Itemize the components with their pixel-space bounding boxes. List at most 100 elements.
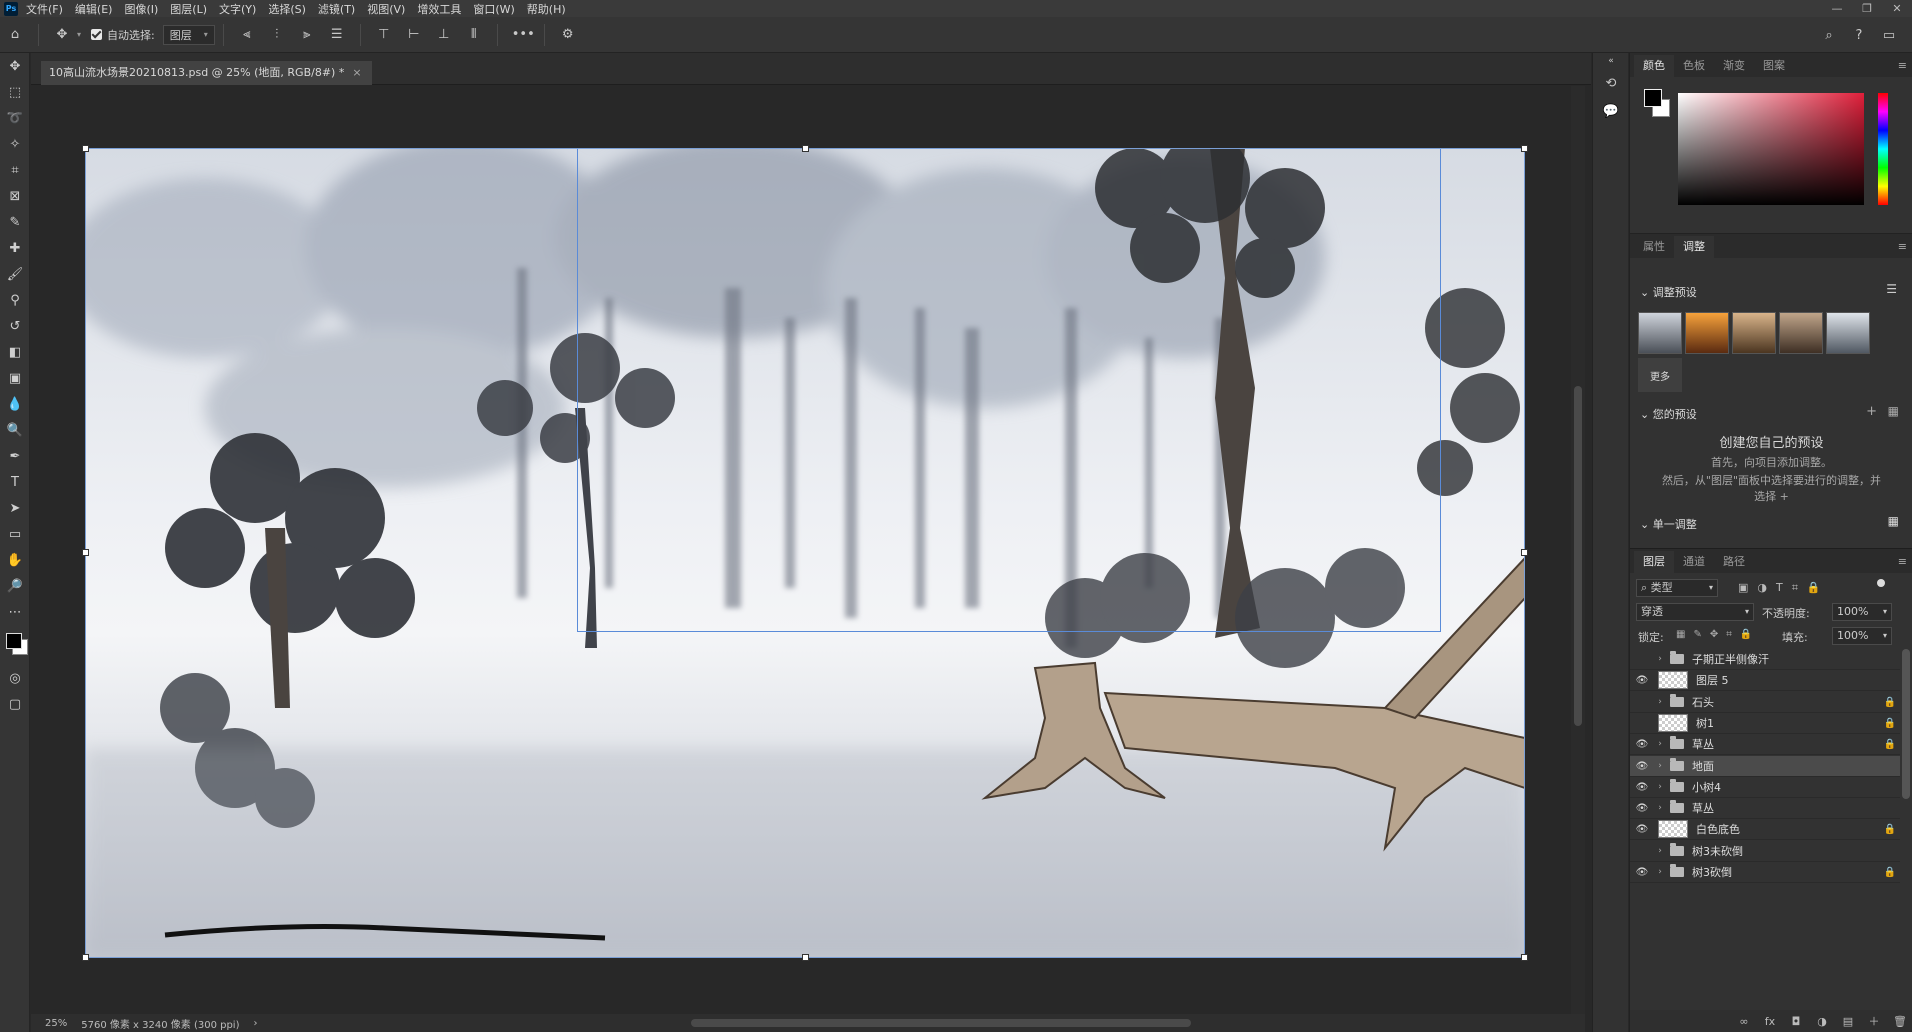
- tab-properties[interactable]: 属性: [1634, 236, 1674, 258]
- fill-input[interactable]: 100% ▾: [1832, 627, 1892, 645]
- preset-thumbnail[interactable]: [1685, 312, 1729, 354]
- new-layer-icon[interactable]: ＋: [1861, 1013, 1887, 1029]
- history-icon[interactable]: ⟲: [1593, 69, 1629, 97]
- history-brush-tool-icon[interactable]: ↺: [0, 313, 30, 339]
- menu-image[interactable]: 图像(I): [124, 1, 158, 17]
- layers-scrollbar-thumb[interactable]: [1902, 649, 1910, 799]
- trash-icon[interactable]: 🗑: [1887, 1015, 1912, 1028]
- eye-icon[interactable]: 👁: [1630, 782, 1654, 793]
- eye-icon[interactable]: 👁: [1630, 824, 1654, 835]
- pen-tool-icon[interactable]: ✒: [0, 443, 30, 469]
- menu-window[interactable]: 窗口(W): [473, 1, 514, 17]
- layer-row[interactable]: 👁 › 草丛: [1630, 798, 1900, 819]
- horizontal-scrollbar-thumb[interactable]: [691, 1019, 1191, 1027]
- menu-plugins[interactable]: 增效工具: [417, 1, 461, 17]
- help-icon[interactable]: ?: [1850, 28, 1868, 43]
- menu-file[interactable]: 文件(F): [26, 1, 63, 17]
- lock-options-icons[interactable]: ▦✎✥⌗🔒: [1676, 629, 1760, 640]
- move-tool-icon[interactable]: ✥: [0, 53, 30, 79]
- move-tool-preset-icon[interactable]: ✥: [53, 27, 71, 42]
- layer-name[interactable]: 地面: [1692, 758, 1880, 774]
- status-arrow-icon[interactable]: ›: [254, 1018, 258, 1029]
- list-view-icon[interactable]: ☰: [1886, 282, 1897, 296]
- marquee-tool-icon[interactable]: ⬚: [0, 79, 30, 105]
- layer-row[interactable]: 👁 › 树3砍倒 🔒: [1630, 862, 1900, 883]
- menu-help[interactable]: 帮助(H): [527, 1, 566, 17]
- gradient-tool-icon[interactable]: ▣: [0, 365, 30, 391]
- tab-layers[interactable]: 图层: [1634, 551, 1674, 573]
- filter-toggle-icon[interactable]: [1877, 579, 1885, 587]
- healing-brush-tool-icon[interactable]: ✚: [0, 235, 30, 261]
- chevron-right-icon[interactable]: ›: [1654, 867, 1666, 877]
- eye-icon[interactable]: 👁: [1630, 761, 1654, 772]
- eyedropper-tool-icon[interactable]: ✎: [0, 209, 30, 235]
- eye-icon[interactable]: 👁: [1630, 739, 1654, 750]
- chevron-right-icon[interactable]: ›: [1654, 761, 1666, 771]
- crop-tool-icon[interactable]: ⌗: [0, 157, 30, 183]
- layer-row[interactable]: 👁 › 地面: [1630, 756, 1900, 777]
- layer-row[interactable]: › 石头 🔒: [1630, 692, 1900, 713]
- tab-adjustments[interactable]: 调整: [1674, 236, 1714, 258]
- grid-view-icon[interactable]: ▦: [1888, 514, 1899, 528]
- preset-thumbnail[interactable]: [1826, 312, 1870, 354]
- blend-mode-dropdown[interactable]: 穿透 ▾: [1636, 603, 1754, 621]
- layer-name[interactable]: 树3砍倒: [1692, 864, 1880, 880]
- menu-type[interactable]: 文字(Y): [219, 1, 256, 17]
- adjustment-layer-icon[interactable]: ◑: [1809, 1015, 1835, 1028]
- screen-mode-icon[interactable]: ▢: [0, 691, 30, 717]
- foreground-color-swatch[interactable]: [6, 633, 22, 649]
- chevron-right-icon[interactable]: ›: [1654, 803, 1666, 813]
- gear-icon[interactable]: ⚙: [559, 27, 577, 42]
- chevron-right-icon[interactable]: ›: [1654, 697, 1666, 707]
- magic-wand-tool-icon[interactable]: ✧: [0, 131, 30, 157]
- align-right-icon[interactable]: ⫸: [298, 27, 316, 42]
- tab-patterns[interactable]: 图案: [1754, 55, 1794, 77]
- panel-menu-icon[interactable]: ≡: [1898, 59, 1907, 72]
- zoom-tool-icon[interactable]: 🔎: [0, 573, 30, 599]
- preset-thumbnail[interactable]: [1732, 312, 1776, 354]
- search-icon[interactable]: ⌕: [1820, 28, 1838, 43]
- comments-icon[interactable]: 💬: [1593, 97, 1629, 125]
- panel-menu-icon[interactable]: ≡: [1898, 555, 1907, 568]
- layer-name[interactable]: 小树4: [1692, 779, 1880, 795]
- scrollbar-thumb[interactable]: [1574, 386, 1582, 726]
- lasso-tool-icon[interactable]: ➰: [0, 105, 30, 131]
- your-presets-header[interactable]: ⌄ 您的预设: [1640, 406, 1697, 422]
- layer-name[interactable]: 子期正半侧像汗: [1692, 651, 1880, 667]
- menu-select[interactable]: 选择(S): [268, 1, 306, 17]
- eraser-tool-icon[interactable]: ◧: [0, 339, 30, 365]
- layer-name[interactable]: 白色底色: [1696, 821, 1880, 837]
- layer-filter-icons[interactable]: ▣◑T⌗🔒: [1738, 581, 1830, 595]
- auto-select-checkbox[interactable]: [91, 29, 103, 40]
- align-middle-icon[interactable]: ⊢: [405, 27, 423, 42]
- grid-view-icon[interactable]: ▦: [1888, 404, 1899, 418]
- layer-name[interactable]: 树3未砍倒: [1692, 843, 1880, 859]
- distribute-icon[interactable]: ☰: [328, 27, 346, 42]
- tab-paths[interactable]: 路径: [1714, 551, 1754, 573]
- restore-button[interactable]: ❐: [1852, 0, 1882, 17]
- add-preset-icon[interactable]: +: [1866, 404, 1877, 419]
- zoom-level[interactable]: 25%: [45, 1018, 67, 1029]
- link-layers-icon[interactable]: ∞: [1731, 1015, 1757, 1028]
- canvas-area[interactable]: [31, 86, 1571, 1014]
- tab-swatches[interactable]: 色板: [1674, 55, 1714, 77]
- more-icon[interactable]: •••: [512, 27, 535, 42]
- workspace-icon[interactable]: ▭: [1880, 28, 1898, 43]
- align-bottom-icon[interactable]: ⊥: [435, 27, 453, 42]
- close-tab-icon[interactable]: ×: [352, 66, 361, 79]
- layer-row[interactable]: 👁 白色底色 🔒: [1630, 819, 1900, 840]
- hand-tool-icon[interactable]: ✋: [0, 547, 30, 573]
- new-group-icon[interactable]: ▤: [1835, 1015, 1861, 1028]
- chevron-right-icon[interactable]: ›: [1654, 782, 1666, 792]
- chevron-right-icon[interactable]: ›: [1654, 654, 1666, 664]
- path-selection-tool-icon[interactable]: ➤: [0, 495, 30, 521]
- add-mask-icon[interactable]: ◘: [1783, 1015, 1809, 1028]
- distribute-vertical-icon[interactable]: ⫴: [465, 27, 483, 42]
- chevron-right-icon[interactable]: ›: [1654, 739, 1666, 749]
- stamp-tool-icon[interactable]: ⚲: [0, 287, 30, 313]
- layer-name[interactable]: 树1: [1696, 715, 1880, 731]
- layer-row[interactable]: 👁 › 小树4: [1630, 777, 1900, 798]
- blur-tool-icon[interactable]: 💧: [0, 391, 30, 417]
- menu-filter[interactable]: 滤镜(T): [318, 1, 355, 17]
- preset-thumbnail[interactable]: [1638, 312, 1682, 354]
